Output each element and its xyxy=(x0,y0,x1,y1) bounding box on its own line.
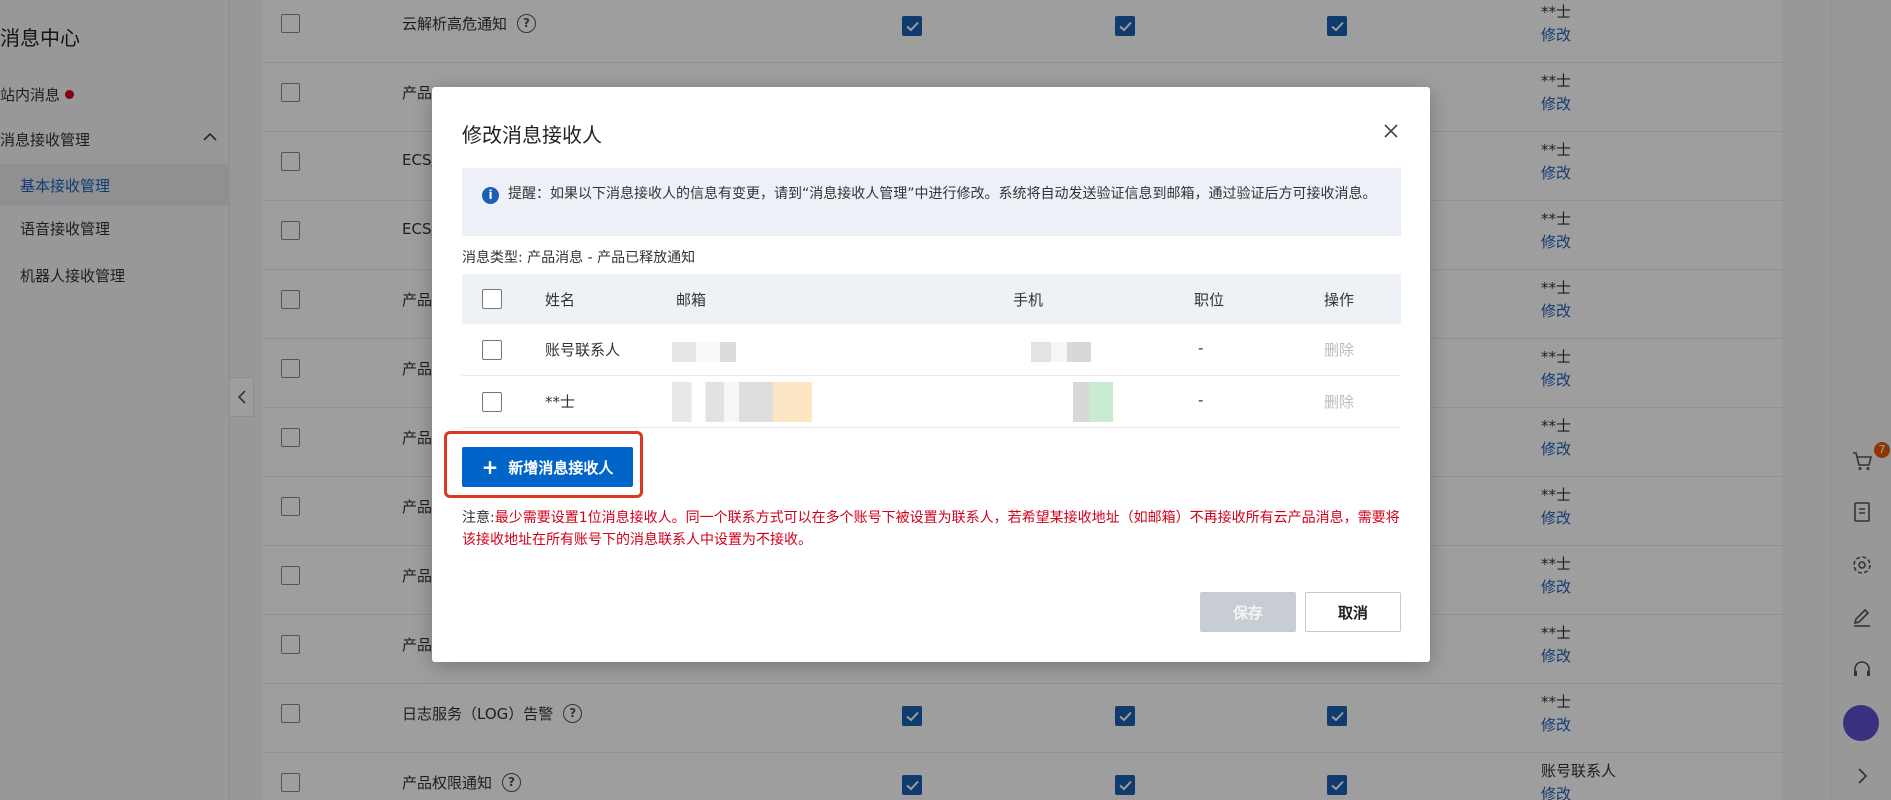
edit-receivers-dialog: 修改消息接收人 i 提醒：如果以下消息接收人的信息有变更，请到“消息接收人管理”… xyxy=(432,87,1430,662)
dialog-title: 修改消息接收人 xyxy=(462,123,602,147)
reminder-text: 提醒：如果以下消息接收人的信息有变更，请到“消息接收人管理”中进行修改。系统将自… xyxy=(508,186,1377,202)
plus-icon: + xyxy=(481,455,499,479)
masked-phone xyxy=(1073,382,1113,422)
row-checkbox[interactable] xyxy=(482,392,502,412)
delete-link[interactable]: 删除 xyxy=(1324,339,1354,360)
receiver-name: **士 xyxy=(545,393,576,411)
save-button[interactable]: 保存 xyxy=(1200,592,1296,632)
column-name: 姓名 xyxy=(545,291,576,309)
close-icon[interactable] xyxy=(1382,122,1400,140)
add-receiver-button[interactable]: + 新增消息接收人 xyxy=(462,447,633,487)
reminder-banner: i 提醒：如果以下消息接收人的信息有变更，请到“消息接收人管理”中进行修改。系统… xyxy=(462,168,1401,236)
note-text: 注意:最少需要设置1位消息接收人。同一个联系方式可以在多个账号下被设置为联系人，… xyxy=(462,510,1400,548)
masked-email xyxy=(672,382,812,422)
table-row: 账号联系人 - 删除 xyxy=(462,324,1401,376)
receivers-table: 姓名 邮箱 手机 职位 操作 账号联系人 - 删除 **士 - 删除 xyxy=(462,274,1401,428)
table-header: 姓名 邮箱 手机 职位 操作 xyxy=(462,274,1401,324)
cancel-button[interactable]: 取消 xyxy=(1305,592,1401,632)
info-icon: i xyxy=(482,187,499,204)
column-position: 职位 xyxy=(1194,291,1225,309)
masked-email xyxy=(672,342,752,362)
table-row: **士 - 删除 xyxy=(462,376,1401,428)
select-all-checkbox[interactable] xyxy=(482,289,502,309)
receiver-position: - xyxy=(1198,391,1204,409)
column-phone: 手机 xyxy=(1013,291,1044,309)
column-action: 操作 xyxy=(1324,291,1355,309)
receiver-name: 账号联系人 xyxy=(545,341,621,359)
column-email: 邮箱 xyxy=(676,291,707,309)
receiver-position: - xyxy=(1198,339,1204,357)
row-checkbox[interactable] xyxy=(482,340,502,360)
masked-phone xyxy=(1031,342,1091,362)
message-type: 消息类型: 产品消息 - 产品已释放通知 xyxy=(462,250,696,266)
delete-link[interactable]: 删除 xyxy=(1324,391,1354,412)
